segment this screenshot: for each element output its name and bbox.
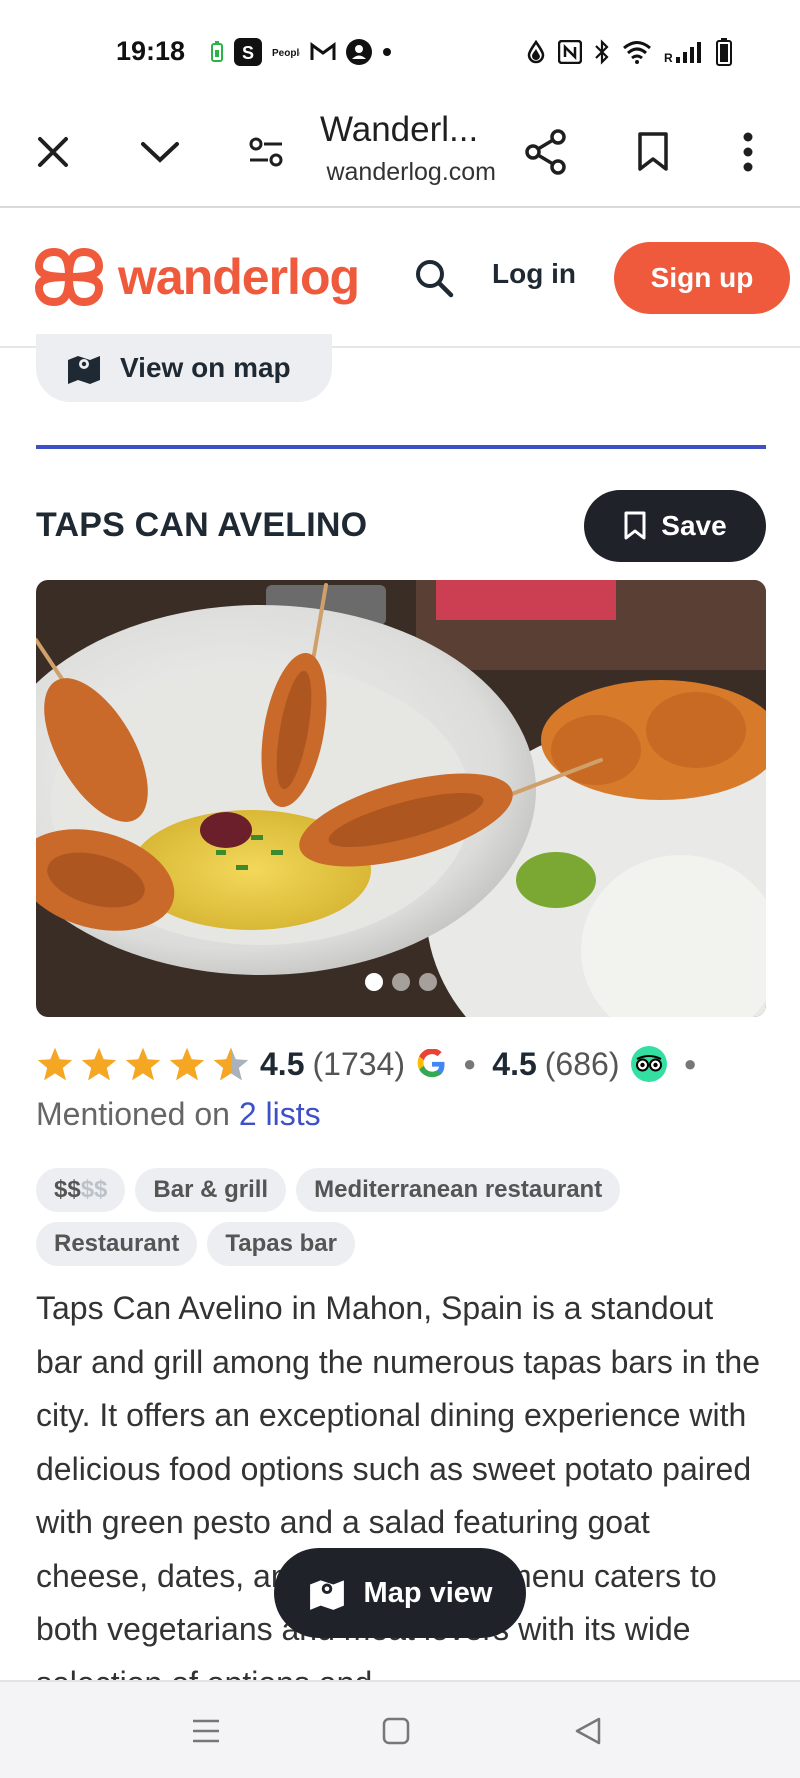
minimize-button[interactable] (130, 122, 190, 182)
account-icon (346, 38, 372, 66)
map-view-button[interactable]: Map view (274, 1548, 526, 1638)
tripadvisor-rating-value: 4.5 (492, 1045, 537, 1082)
star-rating (36, 1046, 250, 1082)
search-button[interactable] (410, 254, 458, 302)
price-inactive: $$ (80, 1176, 108, 1203)
tripadvisor-icon (631, 1046, 668, 1082)
carousel-dot[interactable] (392, 973, 410, 991)
google-rating-value: 4.5 (260, 1045, 305, 1082)
more-options-button[interactable] (718, 122, 778, 182)
people-app-icon: People (272, 38, 300, 66)
price-level-tag: $$ $$ (36, 1168, 126, 1212)
lists-link[interactable]: 2 lists (239, 1096, 321, 1132)
wifi-icon (622, 38, 652, 66)
category-tag: Bar & grill (135, 1168, 287, 1212)
logo-text: wanderlog (118, 249, 360, 305)
rating-row: 4.5 (1734) ● 4.5 (686) ● (36, 1042, 713, 1086)
status-notification-icons: S People (210, 38, 392, 66)
wanderlog-logo[interactable]: wanderlog (34, 246, 360, 308)
save-button[interactable]: Save (584, 490, 766, 562)
star-full-icon (81, 1047, 117, 1081)
category-tag: Restaurant (36, 1222, 198, 1266)
map-icon (68, 356, 100, 384)
star-full-icon (169, 1047, 205, 1081)
carousel-dot[interactable] (419, 973, 437, 991)
system-navigation-bar (0, 1680, 800, 1778)
place-title: TAPS CAN AVELINO (36, 506, 368, 544)
battery-saver-icon (210, 38, 224, 66)
site-settings-icon (249, 137, 283, 167)
star-half-icon (213, 1047, 249, 1081)
svg-text:S: S (242, 43, 254, 63)
star-full-icon (125, 1047, 161, 1081)
place-description: Taps Can Avelino in Mahon, Spain is a st… (36, 1290, 760, 1701)
recent-apps-button[interactable] (176, 1706, 236, 1756)
bluetooth-icon (594, 38, 610, 66)
mentioned-on-lists: Mentioned on 2 lists (36, 1096, 321, 1133)
bookmark-icon (638, 132, 668, 171)
login-button[interactable]: Log in (492, 258, 576, 290)
separator-dot: ● (683, 1051, 697, 1076)
home-square-icon (382, 1717, 410, 1745)
category-tag: Tapas bar (207, 1222, 355, 1266)
dot-icon (382, 38, 392, 66)
category-tag: Mediterranean restaurant (296, 1168, 621, 1212)
battery-icon (716, 38, 732, 66)
section-divider (36, 445, 766, 449)
price-active: $$ (54, 1176, 81, 1203)
nfc-icon (558, 38, 582, 66)
browser-toolbar: Wanderl... wanderlog.com (0, 100, 800, 208)
site-header: wanderlog Log in Sign up (0, 210, 800, 348)
home-button[interactable] (366, 1706, 426, 1756)
view-on-map-label: View on map (120, 352, 291, 383)
back-triangle-icon (575, 1717, 601, 1745)
signal-label: R (664, 51, 673, 64)
place-photo[interactable] (36, 580, 766, 1017)
bookmark-icon (624, 511, 646, 540)
tripadvisor-rating-count: (686) (544, 1045, 620, 1082)
back-button[interactable] (558, 1706, 618, 1756)
browser-url[interactable]: wanderlog.com (318, 158, 496, 187)
search-icon (416, 260, 454, 298)
close-icon (38, 137, 68, 167)
status-system-icons: R (526, 38, 732, 66)
map-icon (309, 1580, 344, 1610)
food-photo-image (36, 580, 766, 1017)
signal-icon: R (664, 38, 704, 66)
data-saver-icon (526, 38, 546, 66)
signup-button[interactable]: Sign up (614, 242, 790, 314)
gmail-icon (310, 38, 336, 66)
share-button[interactable] (516, 122, 576, 182)
star-full-icon (37, 1047, 73, 1081)
menu-icon (193, 1719, 219, 1743)
google-rating-count: (1734) (312, 1045, 405, 1082)
view-on-map-button[interactable]: View on map (36, 334, 332, 402)
map-view-label: Map view (363, 1576, 493, 1609)
google-icon (417, 1049, 445, 1078)
mentioned-prefix: Mentioned on (36, 1096, 230, 1132)
chevron-down-icon (141, 142, 179, 163)
carousel-dot[interactable] (365, 973, 383, 991)
s-app-icon: S (234, 38, 262, 66)
category-tags: $$ $$ Bar & grill Mediterranean restauran… (36, 1168, 766, 1266)
svg-text:People: People (272, 48, 300, 59)
photo-carousel-dots (36, 973, 766, 991)
separator-dot: ● (462, 1051, 477, 1076)
wanderlog-logo-icon (34, 247, 104, 307)
close-tab-button[interactable] (23, 122, 83, 182)
site-settings-button[interactable] (236, 122, 296, 182)
status-time: 19:18 (116, 36, 186, 66)
share-icon (525, 129, 566, 175)
more-vert-icon (743, 132, 753, 172)
bookmark-button[interactable] (623, 122, 683, 182)
status-bar: 19:18 S People (0, 0, 800, 100)
browser-page-title[interactable]: Wanderl... (320, 110, 478, 150)
save-label: Save (661, 510, 727, 541)
